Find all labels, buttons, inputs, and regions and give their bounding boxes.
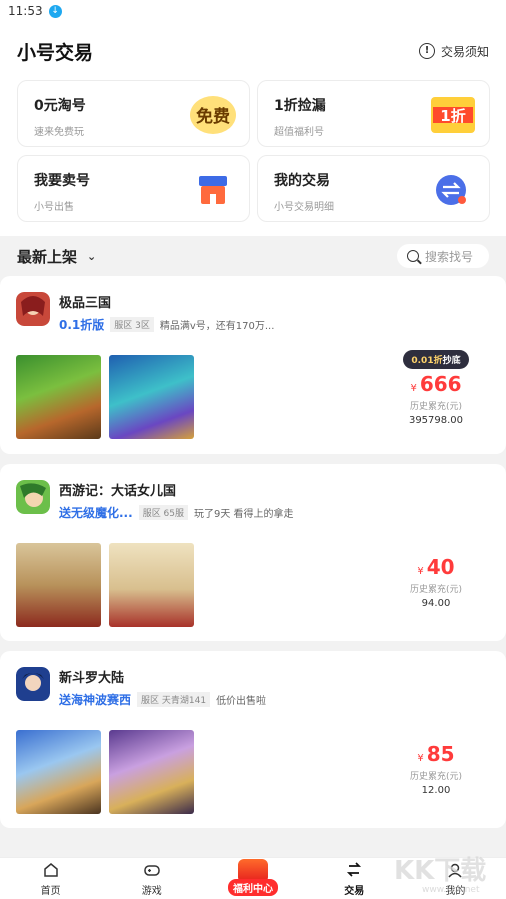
screenshot-image[interactable] bbox=[109, 543, 194, 627]
history-recharge-value: 395798.00 bbox=[408, 415, 464, 426]
notification-icon: ↓ bbox=[48, 4, 62, 18]
status-time: 11:53 bbox=[8, 4, 43, 18]
search-icon bbox=[407, 250, 419, 262]
platform-label: 送海神波赛西 bbox=[59, 693, 132, 707]
top-panel: 小号交易 ! 交易须知 0元淘号 速来免费玩 免费 1折捡漏 超值福利号 1折 … bbox=[0, 22, 506, 236]
price-box: ¥85 历史累充(元) 12.00 bbox=[396, 739, 476, 796]
game-name: 极品三国 bbox=[59, 296, 112, 311]
list-item[interactable]: 西游记：大话女儿国 送无级魔化... 服区 65服 玩了9天 看得上的拿走 ¥4… bbox=[0, 464, 506, 641]
latest-section-header: 最新上架 ⌄ 搜索找号 bbox=[0, 236, 506, 276]
history-recharge-label: 历史累充(元) bbox=[409, 402, 463, 412]
watermark-logo: KK下载 www.kkx.net bbox=[394, 856, 486, 895]
discount-badge: 0.01折抄底 bbox=[403, 350, 469, 369]
card-free-accounts[interactable]: 0元淘号 速来免费玩 免费 bbox=[17, 80, 250, 147]
history-recharge-value: 94.00 bbox=[421, 598, 451, 609]
home-icon bbox=[43, 863, 58, 877]
shop-icon bbox=[199, 176, 227, 204]
header: 小号交易 ! 交易须知 bbox=[17, 22, 489, 80]
search-input[interactable]: 搜索找号 bbox=[397, 244, 489, 268]
card-sell-account[interactable]: 我要卖号 小号出售 bbox=[17, 155, 250, 222]
screenshot-image[interactable] bbox=[109, 730, 194, 814]
tab-label: 首页 bbox=[40, 886, 61, 897]
free-badge-text: 免费 bbox=[196, 106, 230, 127]
price: ¥40 bbox=[417, 555, 455, 579]
search-placeholder: 搜索找号 bbox=[425, 249, 474, 264]
server-badge: 服区 65服 bbox=[138, 505, 189, 520]
tab-welfare-center[interactable]: 福利中心 bbox=[202, 858, 303, 899]
game-icon bbox=[16, 292, 50, 326]
card-my-trades[interactable]: 我的交易 小号交易明细 bbox=[257, 155, 490, 222]
listing-list: 极品三国 0.1折版 服区 3区 精品满v号，还有170万... 0.01折抄底… bbox=[0, 276, 506, 828]
bottom-tab-bar: 首页 游戏 福利中心 交易 我的 KK下载 www.kkx.net bbox=[0, 856, 506, 899]
tab-label: 游戏 bbox=[141, 886, 162, 897]
tab-label: 福利中心 bbox=[228, 879, 278, 896]
screenshot-image[interactable] bbox=[16, 730, 101, 814]
listing-description: 低价出售啦 bbox=[216, 696, 267, 707]
screenshot-image[interactable] bbox=[16, 543, 101, 627]
price: ¥85 bbox=[417, 742, 455, 766]
trade-icon bbox=[347, 862, 362, 877]
listing-description: 精品满v号，还有170万... bbox=[159, 321, 275, 332]
trade-notice-link[interactable]: ! 交易须知 bbox=[418, 43, 489, 60]
game-name: 西游记：大话女儿国 bbox=[59, 484, 177, 499]
server-badge: 服区 3区 bbox=[110, 317, 154, 332]
history-recharge-label: 历史累充(元) bbox=[409, 772, 463, 782]
chevron-down-icon: ⌄ bbox=[87, 249, 97, 263]
server-badge: 服区 天青湖141 bbox=[137, 692, 211, 707]
platform-label: 0.1折版 bbox=[59, 318, 105, 332]
sort-dropdown[interactable]: 最新上架 ⌄ bbox=[17, 246, 96, 267]
screenshot-image[interactable] bbox=[16, 355, 101, 439]
platform-label: 送无级魔化... bbox=[59, 506, 133, 520]
svg-text:www.kkx.net: www.kkx.net bbox=[422, 885, 480, 895]
card-discount-accounts[interactable]: 1折捡漏 超值福利号 1折 bbox=[257, 80, 490, 147]
free-badge-icon: 免费 bbox=[190, 96, 236, 134]
page-title: 小号交易 bbox=[17, 41, 94, 64]
tab-games[interactable]: 游戏 bbox=[101, 858, 202, 899]
price-box: ¥40 历史累充(元) 94.00 bbox=[396, 552, 476, 609]
game-icon bbox=[16, 667, 50, 701]
svg-text:KK下载: KK下载 bbox=[394, 856, 486, 886]
price-box: 0.01折抄底 ¥666 历史累充(元) 395798.00 bbox=[396, 348, 476, 426]
price: ¥666 bbox=[410, 372, 462, 396]
discount-badge-text: 1折 bbox=[440, 107, 465, 125]
section-title: 最新上架 bbox=[17, 247, 78, 266]
screenshot-image[interactable] bbox=[109, 355, 194, 439]
feature-grid: 0元淘号 速来免费玩 免费 1折捡漏 超值福利号 1折 我要卖号 小号出售 我的… bbox=[17, 80, 490, 222]
gamepad-icon bbox=[144, 865, 160, 876]
exchange-icon bbox=[436, 175, 466, 205]
info-icon: ! bbox=[418, 43, 435, 59]
list-item[interactable]: 新斗罗大陆 送海神波赛西 服区 天青湖141 低价出售啦 ¥85 历史累充(元)… bbox=[0, 651, 506, 828]
history-recharge-value: 12.00 bbox=[421, 785, 451, 796]
history-recharge-label: 历史累充(元) bbox=[409, 585, 463, 595]
game-name: 新斗罗大陆 bbox=[59, 671, 125, 686]
listing-description: 玩了9天 看得上的拿走 bbox=[194, 509, 294, 520]
game-icon bbox=[16, 480, 50, 514]
discount-badge-icon: 1折 bbox=[431, 97, 475, 133]
tab-home[interactable]: 首页 bbox=[0, 858, 101, 899]
list-item[interactable]: 极品三国 0.1折版 服区 3区 精品满v号，还有170万... 0.01折抄底… bbox=[0, 276, 506, 454]
trade-notice-label: 交易须知 bbox=[440, 44, 489, 59]
tab-label: 交易 bbox=[344, 886, 365, 897]
status-bar: 11:53 ↓ bbox=[0, 0, 506, 22]
